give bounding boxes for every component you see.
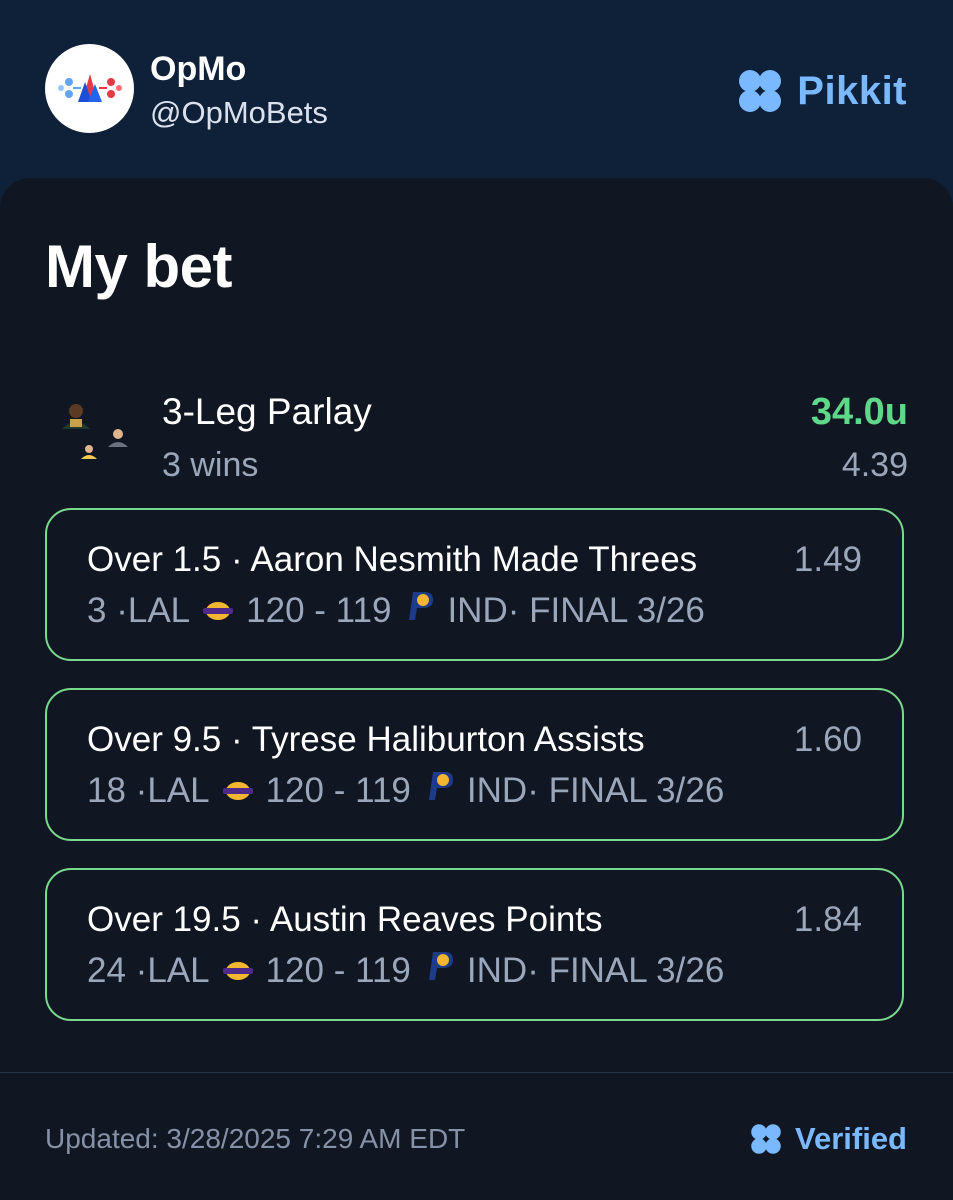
page-title: My bet bbox=[45, 233, 233, 300]
parlay-title: 3-Leg Parlay bbox=[162, 391, 372, 432]
away-team: LAL bbox=[127, 590, 191, 630]
leg-game-info: 18 · LAL 120 - 119 IND · FINAL 3/26 bbox=[87, 770, 759, 811]
pacers-logo-icon bbox=[423, 770, 455, 811]
profile-name[interactable]: OpMo bbox=[150, 50, 246, 89]
game-status: · FINAL 3/26 bbox=[527, 950, 725, 990]
leg-title: Over 19.5 · Austin Reaves Points bbox=[87, 900, 603, 939]
leg-game-info: 3 · LAL 120 - 119 IND · FINAL 3/26 bbox=[87, 590, 759, 631]
pikkit-brand[interactable]: Pikkit bbox=[733, 64, 907, 118]
clover-icon bbox=[739, 70, 782, 112]
profile-avatar[interactable] bbox=[45, 44, 134, 133]
player-thumbnails bbox=[56, 401, 136, 471]
footer-divider bbox=[0, 1072, 953, 1073]
away-team: LAL bbox=[147, 770, 210, 810]
bet-leg[interactable]: Over 19.5 · Austin Reaves Points 1.84 24… bbox=[45, 868, 904, 1021]
home-team: IND bbox=[466, 770, 528, 810]
game-status: · FINAL 3/26 bbox=[527, 770, 725, 810]
pacers-logo-icon bbox=[403, 590, 435, 631]
bet-leg[interactable]: Over 9.5 · Tyrese Haliburton Assists 1.6… bbox=[45, 688, 904, 841]
game-score: 120 - 119 bbox=[265, 950, 411, 990]
leg-actual: 3 · bbox=[87, 590, 128, 630]
brand-name: Pikkit bbox=[797, 68, 907, 113]
leg-odds: 1.49 bbox=[793, 540, 862, 579]
opmo-logo-icon bbox=[57, 73, 122, 102]
leg-actual: 18 · bbox=[87, 770, 148, 810]
parlay-odds: 4.39 bbox=[841, 446, 908, 484]
home-team: IND bbox=[447, 590, 508, 630]
profile-handle[interactable]: @OpMoBets bbox=[150, 95, 328, 131]
lakers-logo-icon bbox=[202, 591, 234, 631]
updated-timestamp: Updated: 3/28/2025 7:29 AM EDT bbox=[45, 1123, 466, 1154]
leg-odds: 1.60 bbox=[793, 720, 862, 759]
leg-actual: 24 · bbox=[87, 950, 148, 990]
away-team: LAL bbox=[147, 950, 210, 990]
parlay-units: 34.0u bbox=[810, 391, 908, 433]
game-score: 120 - 119 bbox=[265, 770, 411, 810]
leg-title: Over 9.5 · Tyrese Haliburton Assists bbox=[87, 720, 645, 759]
home-team: IND bbox=[466, 950, 528, 990]
game-score: 120 - 119 bbox=[246, 590, 392, 630]
verified-badge[interactable]: Verified bbox=[747, 1120, 907, 1158]
leg-title: Over 1.5 · Aaron Nesmith Made Threes bbox=[87, 540, 698, 579]
verified-label: Verified bbox=[795, 1121, 907, 1156]
parlay-summary[interactable]: 3-Leg Parlay 3 wins 34.0u 4.39 bbox=[0, 383, 953, 484]
clover-icon bbox=[751, 1124, 781, 1154]
leg-game-info: 24 · LAL 120 - 119 IND · FINAL 3/26 bbox=[87, 950, 759, 991]
parlay-result: 3 wins bbox=[162, 446, 259, 484]
bet-leg[interactable]: Over 1.5 · Aaron Nesmith Made Threes 1.4… bbox=[45, 508, 904, 661]
profile-header: OpMo @OpMoBets Pikkit bbox=[0, 0, 953, 180]
bet-card: My bet 3-Leg Parlay 3 wins 34.0u 4.39 Ov… bbox=[0, 178, 953, 1200]
lakers-logo-icon bbox=[222, 951, 254, 991]
leg-odds: 1.84 bbox=[793, 900, 862, 939]
game-status: · FINAL 3/26 bbox=[507, 590, 705, 630]
lakers-logo-icon bbox=[222, 771, 254, 811]
pacers-logo-icon bbox=[423, 950, 455, 991]
player-thumbnail-icon bbox=[62, 404, 128, 459]
